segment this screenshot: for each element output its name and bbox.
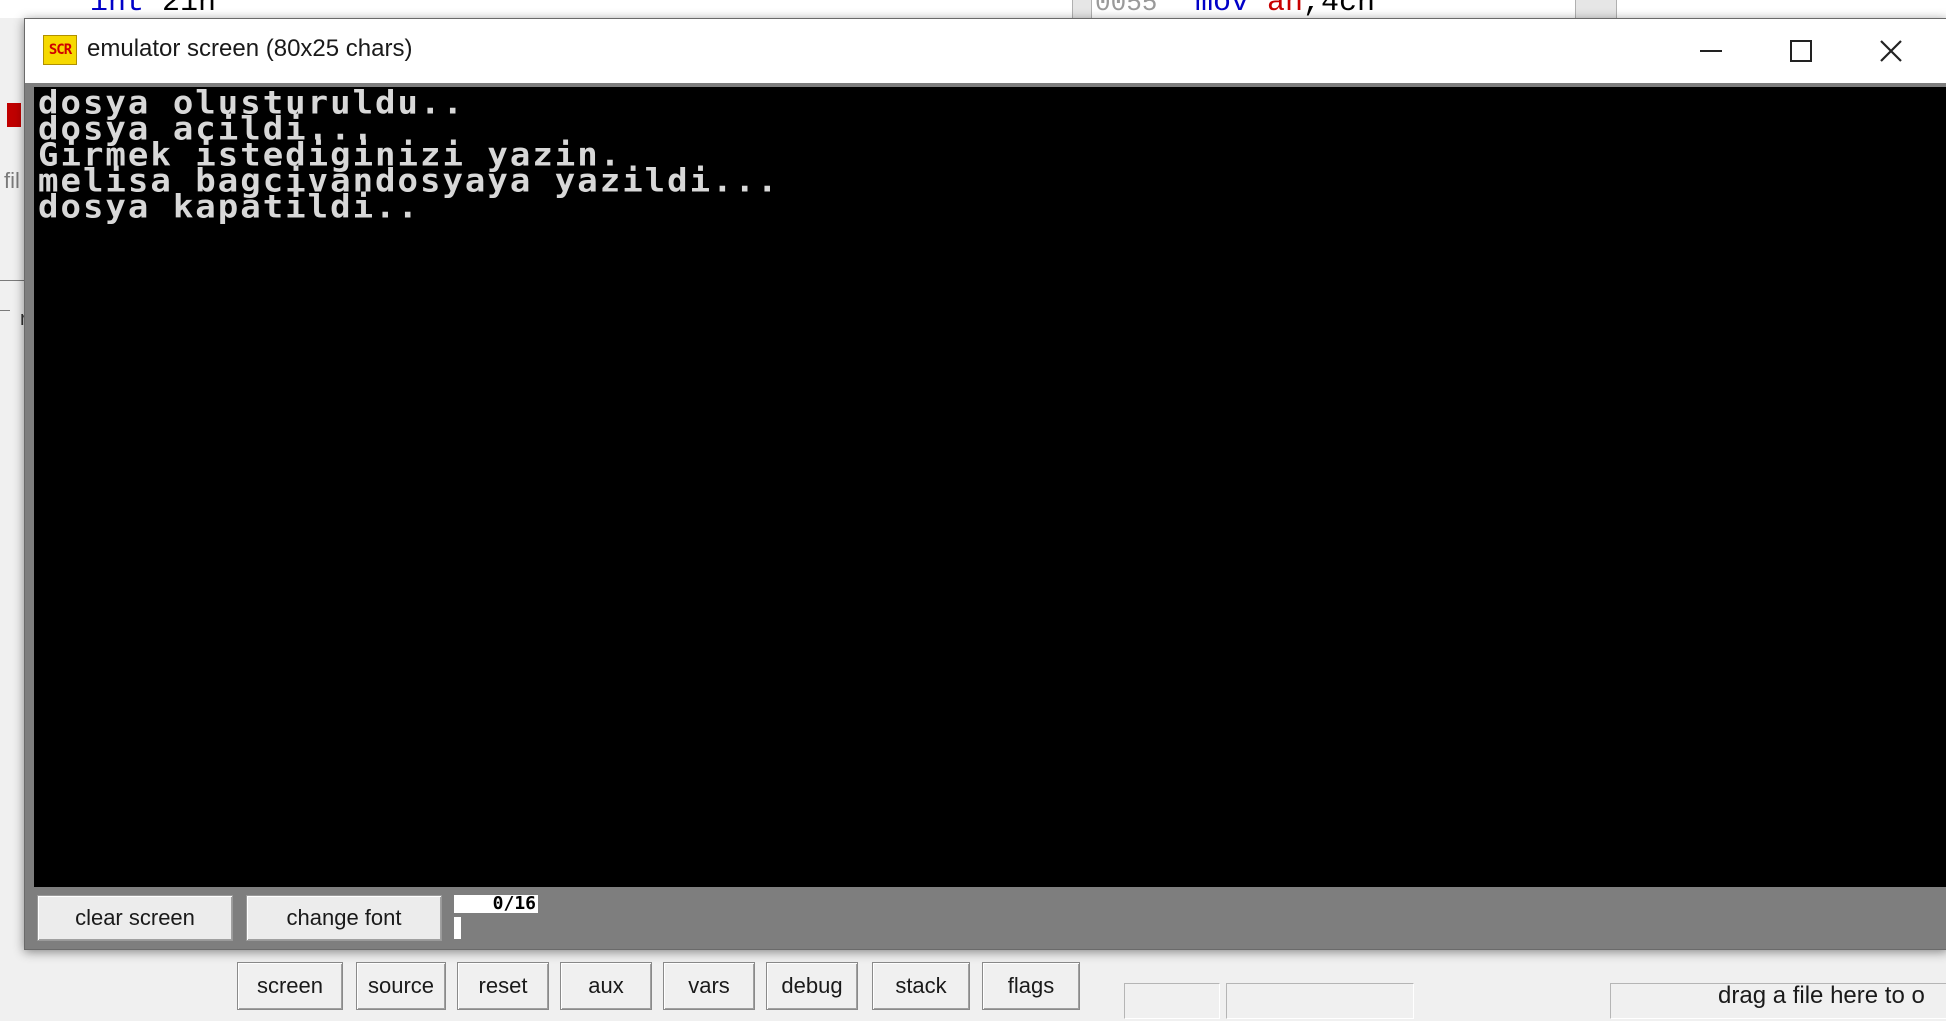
emulator-screen-window: SCR emulator screen (80x25 chars) dosya … [24,18,1946,950]
background-divider [0,280,24,281]
background-stop-icon [7,103,21,127]
close-button[interactable] [1845,19,1937,83]
flags-button[interactable]: flags [982,962,1080,1010]
minimize-icon [1700,50,1722,52]
buffer-counter: 0/16 [454,895,538,913]
reset-button[interactable]: reset [457,962,549,1010]
background-editor-strip: int 21h 0055 mov ah,4ch [0,0,1946,20]
background-toolbar: screen source reset aux vars debug stack… [0,948,1946,1021]
terminal-line: dosya kapatildi.. [38,188,420,227]
minimize-button[interactable] [1665,19,1757,83]
status-field-2 [1226,983,1414,1019]
debug-button[interactable]: debug [766,962,858,1010]
title-bar[interactable]: SCR emulator screen (80x25 chars) [25,19,1946,83]
background-left-panel: fil r [0,18,27,948]
maximize-button[interactable] [1755,19,1847,83]
background-file-label: fil [4,168,20,193]
screen-button[interactable]: screen [237,962,343,1010]
stack-button[interactable]: stack [872,962,970,1010]
status-field-1 [1124,983,1220,1019]
drag-file-hint: drag a file here to o [1718,982,1925,1009]
background-line-number: 0055 [1095,0,1158,18]
close-icon [1880,40,1902,62]
emulator-screen-icon: SCR [43,35,77,65]
source-button[interactable]: source [356,962,446,1010]
background-code-left: int 21h [90,0,217,20]
change-font-button[interactable]: change font [246,895,442,941]
background-code-right: mov ah,4ch [1195,0,1376,20]
aux-button[interactable]: aux [560,962,652,1010]
clear-screen-button[interactable]: clear screen [37,895,233,941]
input-caret [454,917,461,939]
background-divider-2 [0,310,10,311]
background-scrollbar [1072,0,1092,18]
window-title: emulator screen (80x25 chars) [87,35,413,62]
terminal-screen[interactable]: dosya olusturuldu.. dosya acildi... Girm… [34,87,1946,887]
dialog-body: dosya olusturuldu.. dosya acildi... Girm… [25,83,1946,949]
vars-button[interactable]: vars [663,962,755,1010]
maximize-icon [1790,40,1812,62]
background-scrollbar-2 [1575,0,1617,18]
